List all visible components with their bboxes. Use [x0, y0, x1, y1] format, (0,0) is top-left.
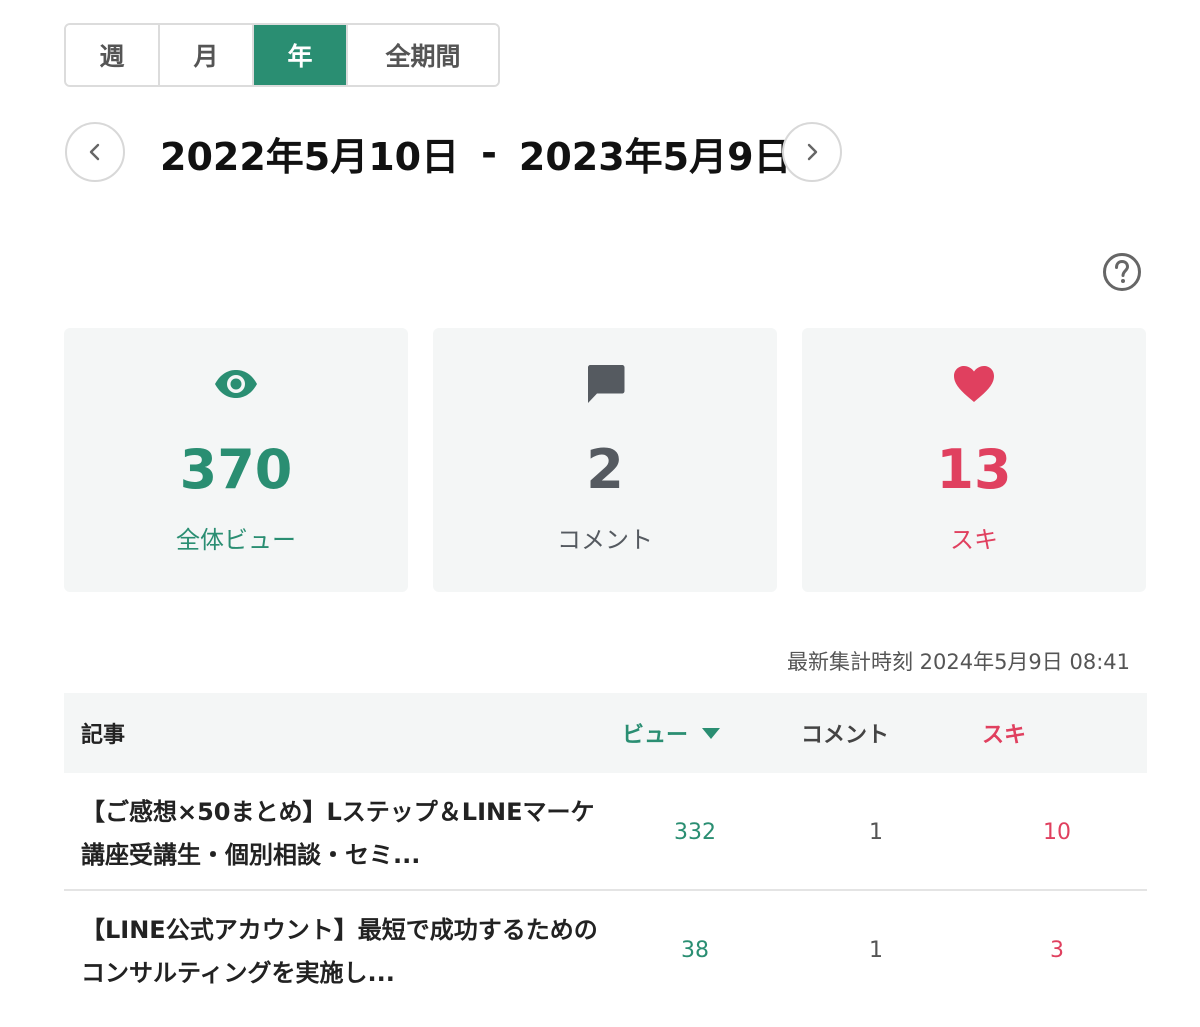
- table-row: 【ご感想×50まとめ】Lステップ＆LINEマーケ講座受講生・個別相談・セミ...…: [64, 773, 1147, 891]
- column-header-article: 記事: [81, 723, 126, 748]
- likes-stat-card: 13 スキ: [802, 328, 1146, 592]
- comments-total-value: 2: [586, 438, 624, 501]
- column-header-comments[interactable]: コメント: [801, 693, 889, 773]
- date-range: 2022年5月10日 - 2023年5月9日: [160, 126, 792, 180]
- date-range-end: 2023年5月9日: [518, 134, 792, 179]
- column-header-likes[interactable]: スキ: [982, 693, 1026, 773]
- tab-week[interactable]: 週: [66, 25, 160, 85]
- chevron-left-icon: [89, 143, 100, 161]
- row-views: 332: [674, 819, 716, 845]
- row-views: 38: [681, 937, 709, 963]
- chevron-right-icon: [807, 143, 818, 161]
- row-likes: 3: [1050, 937, 1064, 963]
- row-likes: 10: [1043, 819, 1071, 845]
- likes-total-value: 13: [936, 438, 1012, 501]
- sort-desc-icon: [702, 727, 721, 739]
- likes-total-label: スキ: [950, 526, 998, 554]
- article-title-link[interactable]: 【LINE公式アカウント】最短で成功するためのコンサルティングを実施し...: [81, 909, 601, 995]
- tab-year[interactable]: 年: [254, 25, 348, 85]
- date-range-separator: -: [481, 131, 497, 175]
- question-circle-icon: [1103, 253, 1141, 291]
- heart-icon: [952, 362, 996, 406]
- articles-table: 記事 ビュー コメント スキ 【ご感想×50まとめ】Lステップ＆LINEマーケ講…: [64, 693, 1147, 1009]
- article-title-link[interactable]: 【ご感想×50まとめ】Lステップ＆LINEマーケ講座受講生・個別相談・セミ...: [81, 791, 601, 877]
- row-comments: 1: [869, 937, 883, 963]
- help-button[interactable]: [1102, 252, 1142, 292]
- period-tabs: 週 月 年 全期間: [64, 23, 500, 87]
- views-total-label: 全体ビュー: [176, 526, 296, 554]
- next-period-button[interactable]: [782, 122, 842, 182]
- previous-period-button[interactable]: [65, 122, 125, 182]
- last-updated-text: 最新集計時刻 2024年5月9日 08:41: [786, 650, 1130, 674]
- comment-icon: [584, 362, 626, 406]
- column-header-views[interactable]: ビュー: [622, 693, 721, 773]
- comments-total-label: コメント: [557, 526, 653, 554]
- table-header: 記事 ビュー コメント スキ: [64, 693, 1147, 773]
- column-header-views-label: ビュー: [622, 723, 689, 748]
- views-stat-card: 370 全体ビュー: [64, 328, 408, 592]
- table-row: 【LINE公式アカウント】最短で成功するためのコンサルティングを実施し... 3…: [64, 891, 1147, 1009]
- tab-all-time[interactable]: 全期間: [348, 25, 498, 85]
- comments-stat-card: 2 コメント: [433, 328, 777, 592]
- tab-month[interactable]: 月: [160, 25, 254, 85]
- views-total-value: 370: [179, 438, 293, 501]
- row-comments: 1: [869, 819, 883, 845]
- date-range-start: 2022年5月10日: [160, 134, 460, 179]
- eye-icon: [213, 362, 259, 406]
